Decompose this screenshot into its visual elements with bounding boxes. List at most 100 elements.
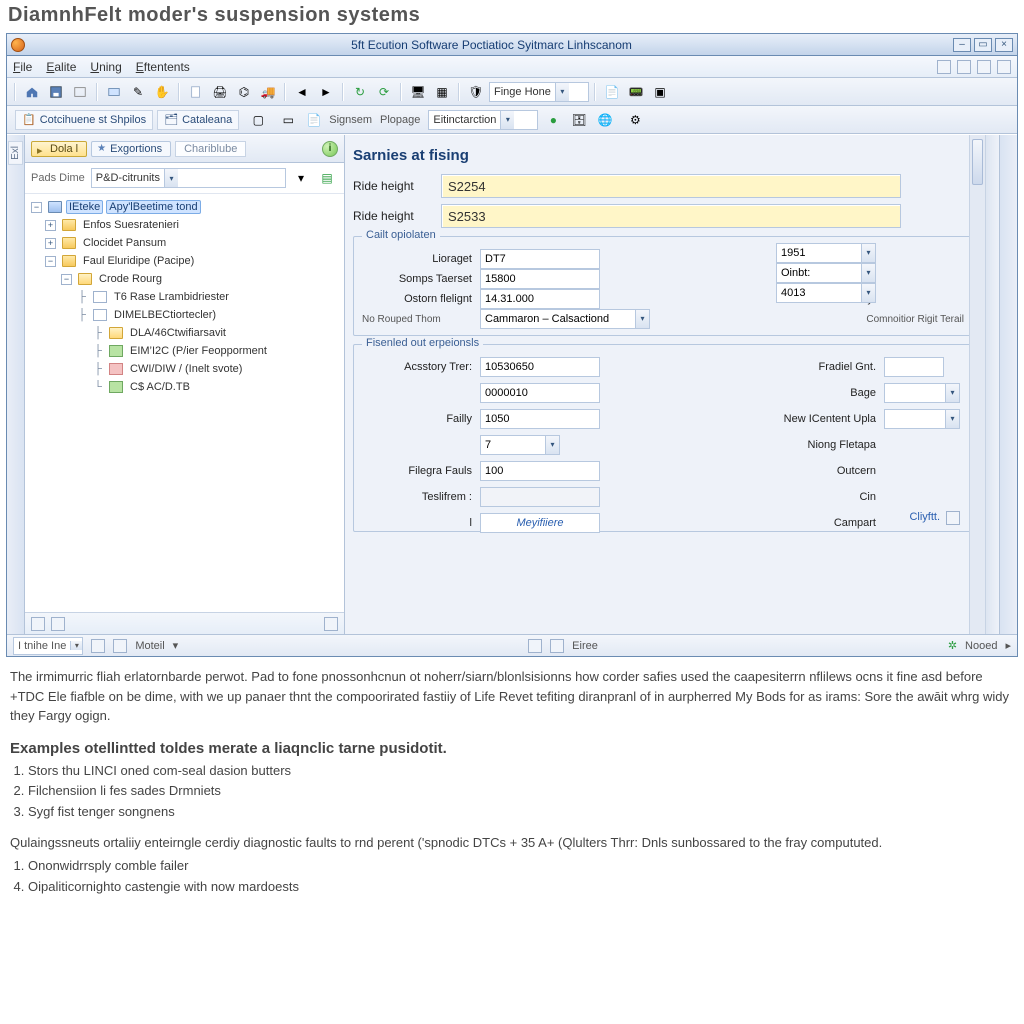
bage-combo[interactable]: ▾ (884, 383, 960, 403)
label: Ostorn flelignt (362, 293, 472, 305)
ride-height-input-1[interactable] (441, 174, 901, 198)
pencil-icon[interactable]: ✎ (127, 81, 149, 103)
somps-input[interactable] (480, 269, 600, 289)
ride-height-label-1: Ride height (353, 179, 441, 193)
square-icon[interactable]: ▢ (247, 109, 269, 131)
menu-file[interactable]: File (13, 60, 32, 74)
check-button[interactable]: Chariblube (175, 141, 246, 157)
modify-button[interactable]: Meyifiiere (480, 513, 600, 533)
titlebar: 5ft Ecution Software Poctiatioc Syitmarc… (7, 34, 1017, 56)
exec-combo[interactable]: Eitinctarction (428, 110, 538, 130)
list-item: Stors thu LINCI oned com-seal dasion but… (28, 761, 996, 782)
refresh-icon[interactable]: ↻ (349, 81, 371, 103)
printer-icon[interactable]: 🖨 (209, 81, 231, 103)
shield-icon[interactable]: 🛡 (465, 81, 487, 103)
footer-icon-c[interactable] (324, 617, 338, 631)
doc-icon[interactable] (185, 81, 207, 103)
test-input[interactable] (480, 487, 600, 507)
tree-item[interactable]: ├T6 Rase Lrambidriester (25, 288, 342, 306)
tree-item[interactable]: └C$ AC/D.TB (25, 378, 342, 396)
panel-icon[interactable]: ▭ (277, 109, 299, 131)
minimize-button[interactable]: – (953, 38, 971, 52)
gear-icon[interactable]: ⚙ (624, 109, 646, 131)
info-square-icon[interactable] (946, 511, 960, 525)
lo-combo[interactable]: 4013▾ (776, 283, 876, 303)
list-item: Filchensiion li fes sades Drmniets (28, 781, 996, 802)
run-button[interactable]: Dola l (31, 141, 87, 157)
box-icon[interactable] (69, 81, 91, 103)
extra-input[interactable] (480, 383, 600, 403)
menu-effects[interactable]: Eftentents (136, 60, 190, 74)
tree-item[interactable]: −Crode Rourg (25, 270, 342, 288)
tree-icon[interactable]: ⌬ (233, 81, 255, 103)
device2-icon[interactable]: ▣ (649, 81, 671, 103)
green-dot-icon[interactable]: ● (542, 109, 564, 131)
scrollbar[interactable] (969, 135, 985, 634)
home-icon[interactable] (21, 81, 43, 103)
status-icon-c[interactable] (528, 639, 542, 653)
ride-height-input-2[interactable] (441, 204, 901, 228)
tree-item[interactable]: ├EIM’I2C (P/ier Feopporment (25, 342, 342, 360)
back-icon[interactable]: ◄ (291, 81, 313, 103)
project-tree[interactable]: − IEteke Apy'lBeetime tond +Enfos Suesra… (25, 194, 344, 612)
tool-icon-c[interactable] (997, 60, 1011, 74)
label: Campart (766, 517, 876, 529)
report-icon[interactable]: 📄 (601, 81, 623, 103)
flags-input[interactable] (480, 461, 600, 481)
clipft-link[interactable]: Cliyftt. (909, 511, 940, 525)
tree-root[interactable]: − IEteke Apy'lBeetime tond (25, 198, 342, 216)
catalog-b-button[interactable]: 🗂 Cataleana (157, 110, 239, 130)
save-icon[interactable] (45, 81, 67, 103)
footer-icon-a[interactable] (31, 617, 45, 631)
hand-icon[interactable]: ✋ (151, 81, 173, 103)
tree-item[interactable]: +Enfos Suesratenieri (25, 216, 342, 234)
tree-item[interactable]: +Clocidet Pansum (25, 234, 342, 252)
doc2-icon[interactable]: 📄 (303, 109, 325, 131)
sidebar-xls-icon[interactable]: ▤ (316, 167, 338, 189)
footer-icon-b[interactable] (51, 617, 65, 631)
device-icon[interactable]: 📟 (625, 81, 647, 103)
rail-tab-a[interactable]: Exl (8, 141, 23, 165)
tool-icon-a[interactable] (957, 60, 971, 74)
label: Acsstory Trer: (362, 361, 472, 373)
status-icon-a[interactable] (91, 639, 105, 653)
chip-icon[interactable]: ▦ (431, 81, 453, 103)
globe-icon[interactable]: 🌐 (594, 109, 616, 131)
monitor-icon[interactable]: 🖥 (407, 81, 429, 103)
tool-icon-b[interactable] (977, 60, 991, 74)
tree-item[interactable]: ├CWI/DIW / (Inelt svote) (25, 360, 342, 378)
menu-uning[interactable]: Uning (90, 60, 121, 74)
failly-input[interactable] (480, 409, 600, 429)
status-icon-b[interactable] (113, 639, 127, 653)
menu-edit[interactable]: Ealite (46, 60, 76, 74)
scrollbar-thumb[interactable] (972, 139, 983, 185)
tree-item[interactable]: ├DIMELBECtiortecler) (25, 306, 342, 324)
forward-icon[interactable]: ► (315, 81, 337, 103)
label: Outcern (766, 465, 876, 477)
help-icon[interactable] (937, 60, 951, 74)
rouped-combo[interactable]: Cammaron – Calsactiond▾ (480, 309, 650, 329)
content-combo[interactable]: ▾ (884, 409, 960, 429)
fradiel-input[interactable] (884, 357, 944, 377)
lioraget-input[interactable] (480, 249, 600, 269)
finge-combo[interactable]: Finge Hone (489, 82, 589, 102)
seven-combo[interactable]: 7▾ (480, 435, 560, 455)
export-button[interactable]: Exgortions (91, 141, 171, 157)
close-button[interactable]: × (995, 38, 1013, 52)
pads-combo[interactable]: P&D-citrunits (91, 168, 286, 188)
sidebar-more-icon[interactable]: ▾ (290, 167, 312, 189)
maximize-button[interactable]: ▭ (974, 38, 992, 52)
tree-item[interactable]: −Faul Eluridipe (Pacipe) (25, 252, 342, 270)
ostorn-input[interactable] (480, 289, 600, 309)
module-icon[interactable] (103, 81, 125, 103)
sat-combo[interactable]: Oinbt:▾ (776, 263, 876, 283)
refresh-all-icon[interactable]: ⟳ (373, 81, 395, 103)
status-icon-d[interactable] (550, 639, 564, 653)
tree-item[interactable]: ├DLA/46Ctwifiarsavit (25, 324, 342, 342)
db-icon[interactable]: 🗄 (568, 109, 590, 131)
ni-combo[interactable]: 1951▾ (776, 243, 876, 263)
catalog-a-button[interactable]: 📋 Cotcihuene st Shpilos (15, 110, 153, 130)
truck-icon[interactable]: 🚚 (257, 81, 279, 103)
acsstory-input[interactable] (480, 357, 600, 377)
status-combo-a[interactable]: I tnihe Ine▾ (13, 637, 83, 655)
